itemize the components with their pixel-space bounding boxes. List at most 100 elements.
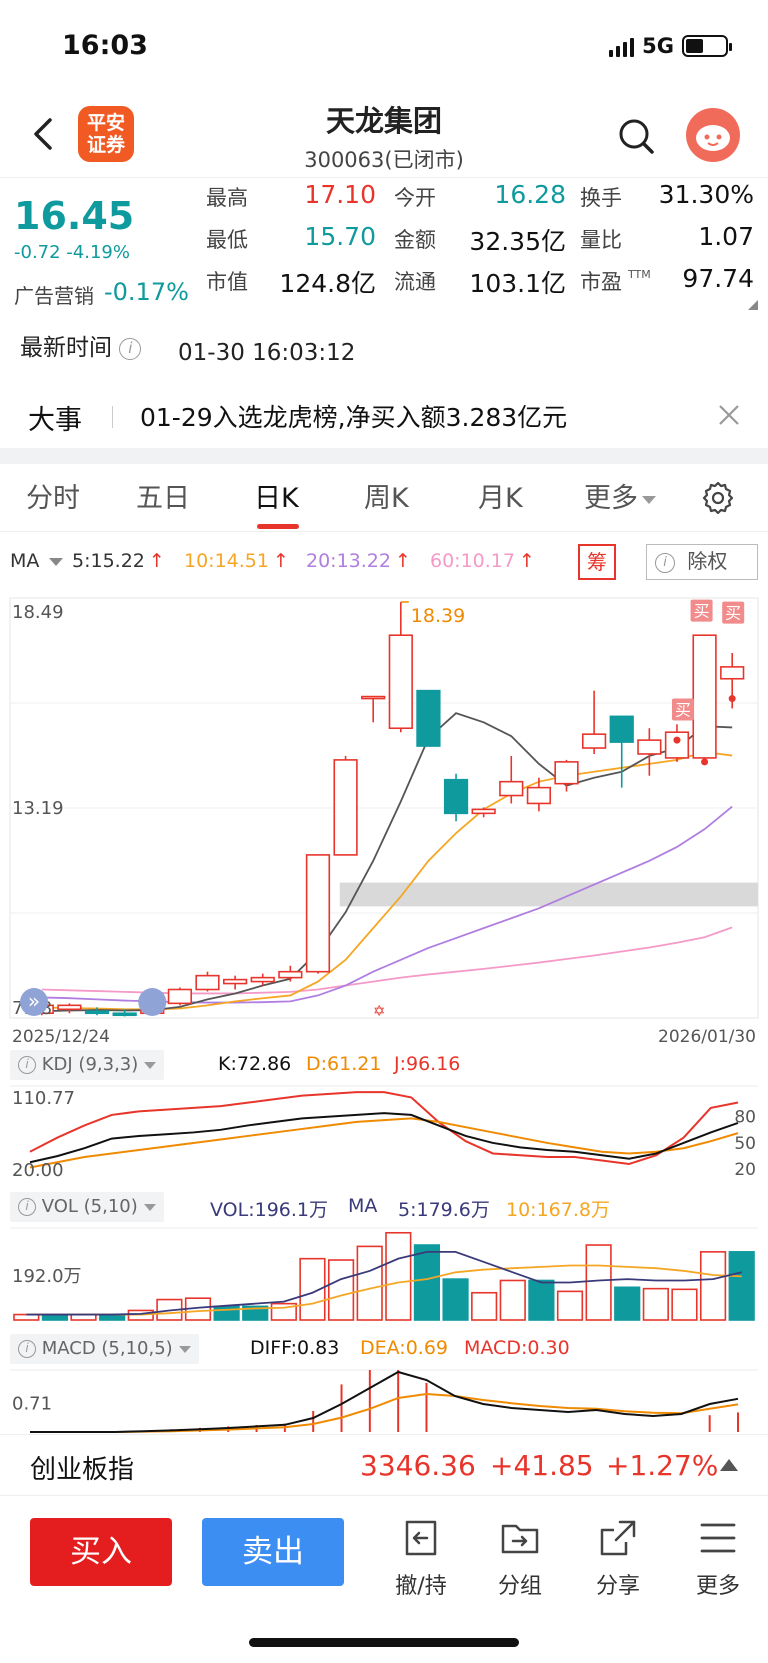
index-name: 创业板指 (30, 1455, 135, 1485)
group-button[interactable]: 分组 (480, 1516, 560, 1600)
network-type: 5G (642, 34, 674, 58)
chip-distribution-button[interactable]: 筹 (578, 544, 616, 580)
more-button[interactable]: 更多 (678, 1516, 758, 1600)
buy-marker: 买 (725, 604, 741, 623)
pe-value: 97.74 (682, 264, 754, 293)
tab-intraday[interactable]: 分时 (26, 476, 80, 515)
candle (361, 695, 386, 700)
tab-more[interactable]: 更多 (584, 476, 656, 515)
macd-selector[interactable]: i MACD (5,10,5) (10, 1334, 199, 1364)
vol-ma5: 5:179.6万 (398, 1199, 490, 1221)
section-gap (0, 448, 768, 464)
ma-selector[interactable]: MA (10, 550, 64, 572)
expand-corner-icon[interactable] (748, 300, 758, 310)
macd-label: MACD (5,10,5) (41, 1338, 173, 1359)
high-label: 最高 (206, 186, 248, 210)
candlestick-chart[interactable]: 18.4913.197.882025/12/242026/01/3018.39买… (0, 590, 768, 1052)
sector-label[interactable]: 广告营销 (14, 280, 94, 309)
float-label: 流通 (394, 270, 436, 294)
menu-icon (700, 1523, 736, 1553)
ma60-value: 60:10.17 ↑ (430, 550, 535, 572)
volume-bar (385, 1231, 412, 1321)
ex-rights-button[interactable]: i 除权 (646, 544, 758, 580)
close-icon[interactable] (716, 402, 742, 428)
y-label-high: 18.49 (12, 602, 64, 623)
kdj-level-80: 80 (734, 1108, 756, 1128)
kdj-chart[interactable]: 110.77 20.00 80 50 20 (0, 1082, 768, 1180)
share-button[interactable]: 分享 (578, 1516, 658, 1600)
buy-marker: 买 (694, 602, 710, 621)
ma20-value: 20:13.22 ↑ (306, 550, 411, 572)
pe-ttm-superscript: TTM (628, 268, 651, 281)
candle (720, 666, 745, 680)
expand-left-glyph: » (28, 989, 40, 1013)
ma10-line (41, 751, 733, 1011)
ex-rights-label: 除权 (687, 549, 728, 573)
event-banner[interactable]: 大事 01-29入选龙虎榜,净买入额3.283亿元 (0, 384, 768, 448)
vol-value: VOL:196.1万 (210, 1199, 328, 1221)
assistant-face-icon (696, 125, 730, 151)
buy-button[interactable]: 买入 (30, 1518, 172, 1586)
expand-up-icon[interactable] (720, 1459, 738, 1471)
assistant-avatar[interactable] (686, 108, 740, 162)
candle (471, 808, 496, 815)
folder-icon (501, 1524, 539, 1554)
candle (84, 1010, 110, 1015)
vol-legend: i VOL (5,10) VOL:196.1万 MA 5:179.6万 10:1… (10, 1192, 758, 1222)
index-ticker[interactable]: 创业板指 3346.36 +41.85 +1.27% (0, 1434, 768, 1496)
volume-chart[interactable]: 192.0万 (0, 1224, 768, 1324)
candle (278, 970, 303, 979)
chevron-down-icon (144, 1061, 157, 1069)
tab-five-day[interactable]: 五日 (136, 476, 190, 515)
candle (609, 715, 634, 743)
app-header: 平安 证券 天龙集团 300063(已闭市) (0, 90, 768, 178)
kdj-label: KDJ (9,3,3) (41, 1054, 139, 1075)
macd-value: MACD:0.30 (464, 1337, 570, 1359)
macd-chart[interactable]: 0.71 (0, 1366, 768, 1434)
search-icon[interactable] (616, 116, 656, 156)
volratio-label: 量比 (580, 228, 622, 252)
amount-value: 32.35亿 (469, 227, 566, 256)
volume-bar (528, 1279, 555, 1321)
index-change: +41.85 (490, 1449, 594, 1482)
volume-bar (671, 1288, 698, 1321)
macd-diff-line (30, 1370, 739, 1433)
status-right: 5G (609, 34, 732, 58)
candle (581, 733, 607, 749)
volume-bar (642, 1287, 669, 1321)
volume-bar (556, 1290, 584, 1321)
group-label: 分组 (497, 1574, 542, 1599)
event-text[interactable]: 01-29入选龙虎榜,净买入额3.283亿元 (140, 398, 567, 434)
kdj-selector[interactable]: i KDJ (9,3,3) (10, 1050, 165, 1080)
turnover-label: 换手 (580, 186, 622, 210)
tab-daily-k[interactable]: 日K (254, 476, 299, 515)
candle (112, 1012, 137, 1017)
info-icon[interactable]: i (119, 337, 142, 360)
more-label: 更多 (695, 1574, 740, 1599)
tab-weekly-k[interactable]: 周K (364, 476, 409, 515)
candle (222, 978, 248, 985)
gear-icon[interactable] (700, 480, 736, 516)
marker-circle-icon (138, 988, 167, 1016)
info-icon: i (18, 1340, 36, 1358)
candle (333, 759, 358, 856)
cancel-hold-button[interactable]: 撤/持 (381, 1516, 461, 1600)
tab-monthly-k[interactable]: 月K (478, 476, 523, 515)
current-price: 16.45 (14, 194, 135, 238)
macd-diff: DIFF:0.83 (250, 1337, 340, 1359)
tab-more-label: 更多 (584, 483, 638, 514)
volume-bar (471, 1291, 498, 1321)
kdj-d: D:61.21 (306, 1053, 382, 1075)
price-change: -0.72 -4.19% (14, 242, 130, 263)
low-value: 15.70 (304, 222, 376, 251)
sector-change[interactable]: -0.17% (104, 278, 189, 306)
macd-legend: i MACD (5,10,5) DIFF:0.83 DEA:0.69 MACD:… (10, 1334, 758, 1364)
turnover-value: 31.30% (658, 180, 754, 209)
home-indicator (249, 1638, 519, 1647)
sell-button[interactable]: 卖出 (202, 1518, 344, 1586)
share-label: 分享 (595, 1574, 640, 1599)
status-time: 16:03 (62, 30, 148, 61)
chevron-down-icon (178, 1345, 191, 1353)
ma60-line (41, 926, 733, 995)
vol-selector[interactable]: i VOL (5,10) (10, 1192, 164, 1222)
